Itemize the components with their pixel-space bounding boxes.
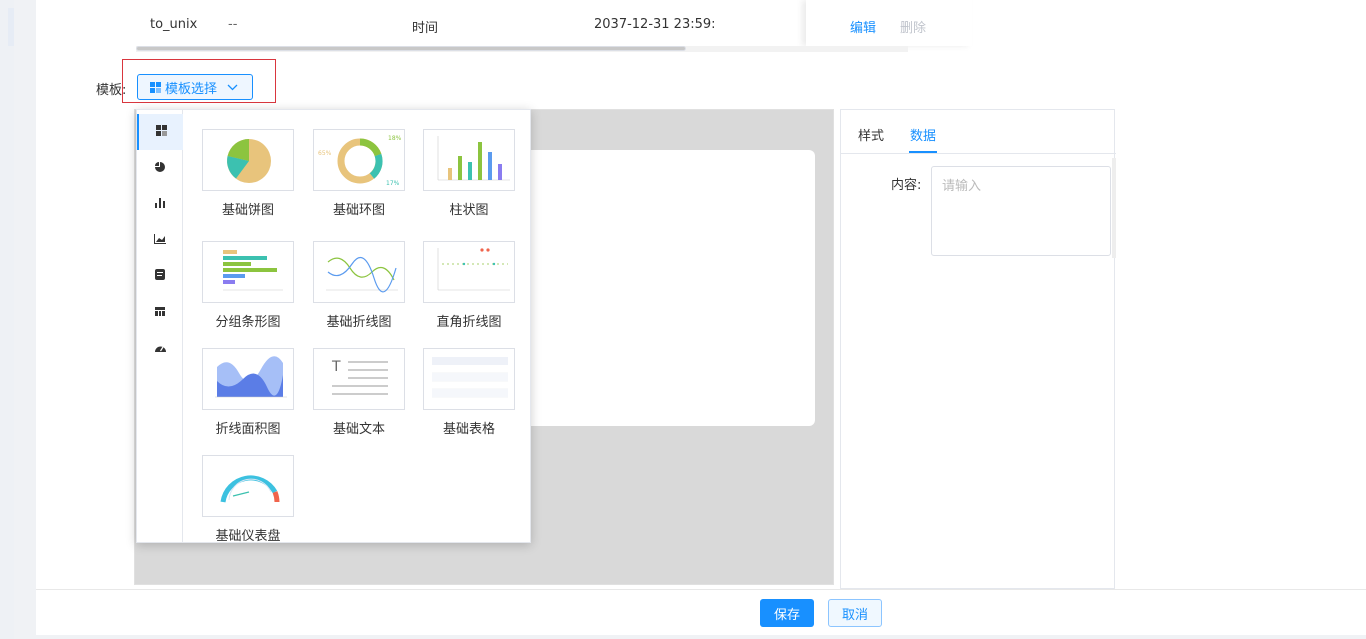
tab-data[interactable]: 数据: [910, 125, 936, 144]
category-all[interactable]: [137, 114, 183, 150]
tile-label: 基础文本: [332, 422, 385, 437]
content-label: 内容:: [891, 178, 922, 193]
main-panel: to_unix -- 时间 2037-12-31 23:59: 编辑 删除 模板…: [36, 0, 1366, 639]
line-chart-thumbnail: [313, 241, 405, 303]
table-scroll-thumb[interactable]: [136, 46, 686, 51]
tile-label: 基础环图: [332, 203, 385, 218]
category-text[interactable]: [137, 258, 183, 294]
bar-chart-thumbnail: [423, 129, 515, 191]
gauge-thumbnail: [202, 455, 294, 517]
tile-basic-ring[interactable]: 18% 65% 17% 基础环图: [313, 129, 405, 218]
category-sidebar: [137, 110, 183, 542]
tile-basic-pie[interactable]: 基础饼图: [202, 129, 294, 218]
category-area[interactable]: [137, 222, 183, 258]
grouped-bar-thumbnail: [202, 241, 294, 303]
cell-name: to_unix: [150, 17, 198, 32]
footer-bar: 保存 取消: [36, 589, 1366, 635]
highlight-box: [122, 59, 276, 103]
table-thumbnail: [423, 348, 515, 410]
cancel-button[interactable]: 取消: [828, 599, 882, 627]
category-bar[interactable]: [137, 186, 183, 222]
ring-chart-thumbnail: 18% 65% 17%: [313, 129, 405, 191]
tile-grouped-bar[interactable]: 分组条形图: [202, 241, 294, 330]
property-panel: 样式 数据 内容: 请输入: [840, 109, 1116, 589]
svg-text:18%: 18%: [388, 135, 402, 142]
table-scrollbar[interactable]: [136, 46, 908, 52]
edit-link[interactable]: 编辑: [850, 17, 876, 36]
tile-label: 基础仪表盘: [215, 529, 281, 544]
text-icon: [155, 269, 165, 283]
tile-label: 分组条形图: [215, 315, 281, 330]
tile-label: 柱状图: [449, 203, 489, 218]
bar-icon: [155, 197, 165, 211]
tile-step-line[interactable]: 直角折线图: [423, 241, 515, 330]
text-thumbnail: T: [313, 348, 405, 410]
tab-style[interactable]: 样式: [858, 125, 884, 144]
cell-time: 2037-12-31 23:59:: [594, 17, 716, 32]
tile-label: 折线面积图: [215, 422, 281, 437]
step-line-thumbnail: [423, 241, 515, 303]
table-row: to_unix -- 时间 2037-12-31 23:59: 编辑 删除: [136, 0, 972, 46]
panel-scrollbar[interactable]: [1112, 158, 1116, 258]
save-button[interactable]: 保存: [760, 599, 814, 627]
bottom-strip: [36, 635, 1366, 639]
svg-text:65%: 65%: [318, 150, 332, 157]
tile-basic-text[interactable]: T 基础文本: [313, 348, 405, 437]
category-pie[interactable]: [137, 150, 183, 186]
tile-label: 基础折线图: [326, 315, 392, 330]
template-picker-popover: 基础饼图 18% 65% 17% 基础环图 柱状图 分组条形图 基础折线图 直角…: [136, 109, 531, 544]
grid-icon: [155, 125, 167, 139]
tile-label: 直角折线图: [436, 315, 502, 330]
delete-link[interactable]: 删除: [900, 17, 926, 36]
cell-type: 时间: [412, 21, 439, 36]
category-gauge[interactable]: [137, 330, 183, 366]
gauge-icon: [154, 341, 166, 355]
pie-chart-thumbnail: [202, 129, 294, 191]
canvas-card[interactable]: [523, 150, 815, 426]
tile-basic-gauge[interactable]: 基础仪表盘: [202, 455, 294, 544]
property-tabs: 样式 数据: [841, 110, 1116, 154]
tile-label: 基础表格: [442, 422, 495, 437]
tile-label: 基础饼图: [221, 203, 274, 218]
area-chart-thumbnail: [202, 348, 294, 410]
area-icon: [154, 233, 166, 247]
tile-bar-chart[interactable]: 柱状图: [423, 129, 515, 218]
tile-basic-table[interactable]: 基础表格: [423, 348, 515, 437]
cell-dash: --: [228, 17, 238, 32]
actions-column: 编辑 删除: [806, 0, 972, 46]
tab-active-indicator: [909, 151, 937, 153]
tile-line-area[interactable]: 折线面积图: [202, 348, 294, 437]
svg-text:17%: 17%: [386, 180, 400, 187]
tile-basic-line[interactable]: 基础折线图: [313, 241, 405, 330]
svg-text:T: T: [331, 359, 341, 375]
left-strip: [0, 0, 14, 639]
content-textarea[interactable]: 请输入: [931, 166, 1111, 256]
table-icon: [155, 305, 165, 319]
category-table[interactable]: [137, 294, 183, 330]
pie-icon: [155, 161, 165, 175]
left-strip-marker: [8, 8, 14, 46]
